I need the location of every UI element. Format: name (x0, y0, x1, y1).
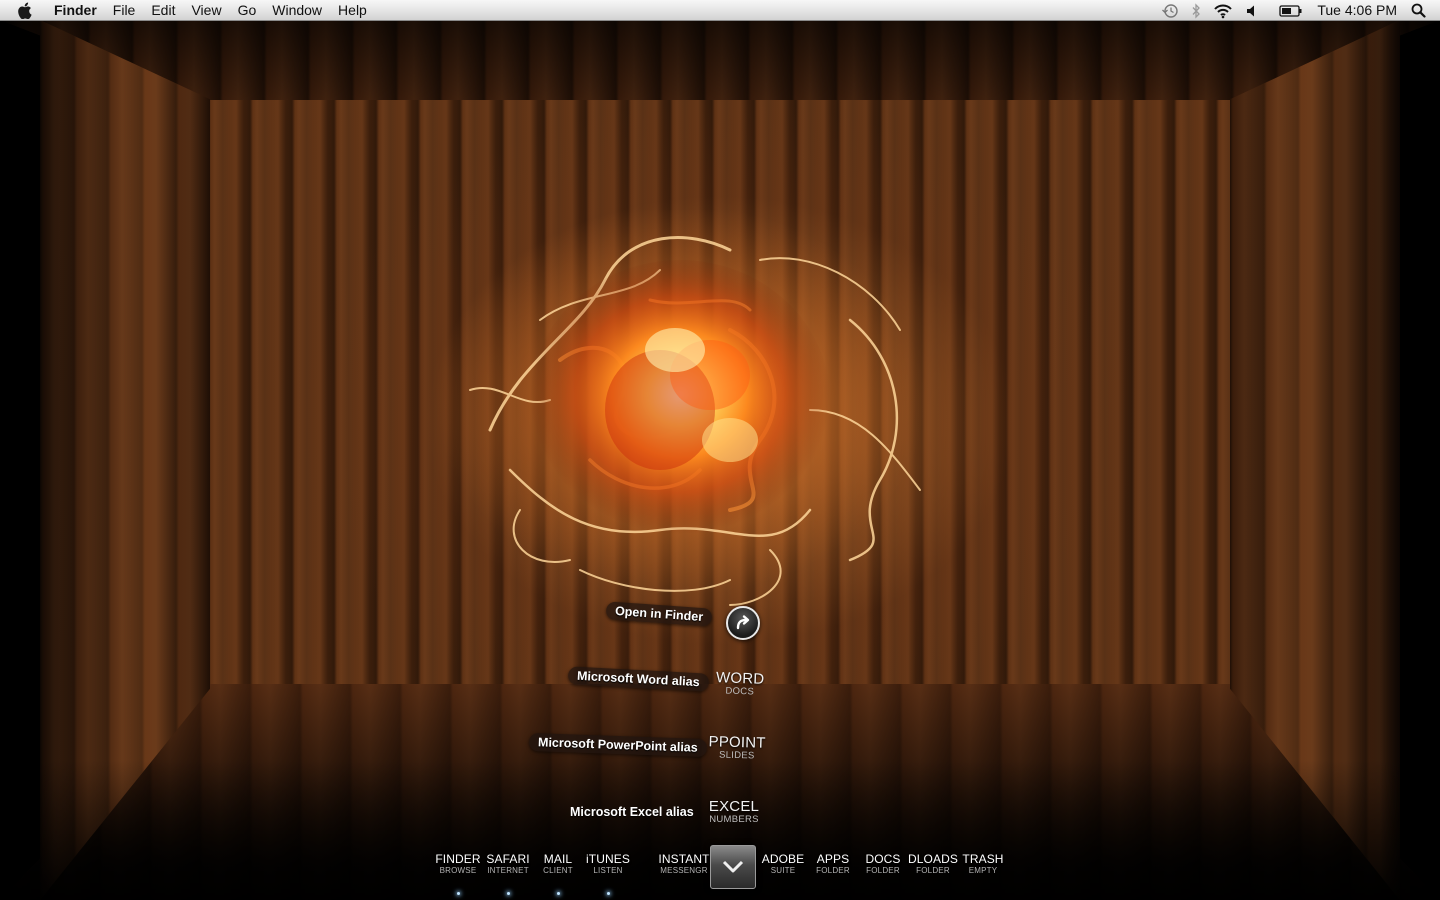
dock-item-title: DOCS (865, 852, 901, 866)
dock-item-trash[interactable]: TRASH EMPTY (957, 853, 1009, 875)
dock-item-title: APPS (816, 852, 850, 866)
dock-item-title: INSTANT (658, 852, 710, 866)
stack-item-excel-title: EXCEL (708, 798, 760, 815)
running-indicator (557, 892, 560, 895)
menu-app-finder[interactable]: Finder (48, 0, 105, 21)
stack-item-powerpoint-subtitle: SLIDES (718, 749, 755, 762)
menu-bar: Finder File Edit View Go Window Help Tue… (0, 0, 1440, 21)
dock-item-subtitle: CLIENT (543, 866, 573, 875)
menu-go[interactable]: Go (230, 0, 265, 21)
stack-item-powerpoint[interactable]: PPOINT SLIDES (705, 733, 770, 762)
dock-item-title: FINDER (435, 852, 481, 866)
dock-item-finder[interactable]: FINDER BROWSE (432, 853, 484, 875)
menu-clock[interactable]: Tue 4:06 PM (1309, 0, 1407, 21)
fire-orb-graphic (435, 210, 925, 606)
running-indicator (507, 892, 510, 895)
stack-item-word[interactable]: WORD DOCS (712, 669, 769, 698)
menu-edit[interactable]: Edit (143, 0, 183, 21)
dock-item-subtitle: FOLDER (916, 866, 950, 875)
dock-item-subtitle: BROWSE (439, 866, 477, 875)
stack-item-excel[interactable]: EXCEL NUMBERS (703, 799, 765, 825)
time-machine-icon[interactable] (1155, 0, 1185, 21)
dock-item-subtitle: MESSENGR (660, 866, 708, 875)
dock-item-instant-messenger[interactable]: INSTANT MESSENGR (656, 853, 712, 875)
dock-item-mail[interactable]: MAIL CLIENT (532, 853, 584, 875)
stack-item-word-subtitle: DOCS (725, 685, 755, 698)
running-indicator (457, 892, 460, 895)
dock-item-subtitle: FOLDER (816, 866, 850, 875)
dock-item-docs[interactable]: DOCS FOLDER (857, 853, 909, 875)
stack-item-excel-subtitle: NUMBERS (709, 814, 759, 825)
wallpaper-ceiling (0, 20, 1440, 100)
dock-item-subtitle: SUITE (770, 866, 796, 875)
desktop: Finder File Edit View Go Window Help Tue… (0, 0, 1440, 900)
dock-item-title: iTUNES (586, 852, 630, 866)
dock-item-safari[interactable]: SAFARI INTERNET (482, 853, 534, 875)
dock-stack-tile[interactable] (710, 845, 756, 889)
open-in-finder-button[interactable] (726, 606, 760, 640)
menu-window[interactable]: Window (264, 0, 330, 21)
menu-help[interactable]: Help (330, 0, 375, 21)
desktop-wallpaper (0, 0, 1440, 900)
stack-item-powerpoint-title: PPOINT (708, 733, 766, 752)
dock-item-subtitle: EMPTY (968, 866, 998, 875)
dock-item-subtitle: INTERNET (487, 866, 529, 875)
dock-item-downloads[interactable]: DLOADS FOLDER (907, 853, 959, 875)
running-indicator (607, 892, 610, 895)
dock-item-title: SAFARI (486, 852, 530, 866)
menu-view[interactable]: View (183, 0, 229, 21)
dock-item-adobe[interactable]: ADOBE SUITE (757, 853, 809, 875)
stack-item-excel-label[interactable]: Microsoft Excel alias (561, 803, 703, 821)
apple-menu[interactable] (0, 0, 48, 21)
stack-item-word-title: WORD (715, 669, 765, 688)
bluetooth-icon[interactable] (1185, 0, 1207, 21)
chevron-down-icon (722, 860, 744, 873)
volume-icon[interactable] (1239, 0, 1265, 21)
dock-item-apps[interactable]: APPS FOLDER (807, 853, 859, 875)
dock-item-title: TRASH (962, 852, 1004, 866)
dock-item-subtitle: LISTEN (593, 866, 623, 875)
dock-item-title: ADOBE (761, 852, 805, 866)
open-arrow-icon (736, 615, 750, 630)
dock-item-itunes[interactable]: iTUNES LISTEN (582, 853, 634, 875)
menu-file[interactable]: File (105, 0, 144, 21)
battery-icon[interactable] (1265, 0, 1309, 21)
dock-item-title: MAIL (543, 852, 573, 866)
wifi-icon[interactable] (1207, 0, 1239, 21)
dock-item-title: DLOADS (908, 852, 958, 866)
spotlight-search-icon[interactable] (1407, 0, 1440, 21)
apple-icon (17, 2, 32, 19)
dock-item-subtitle: FOLDER (866, 866, 900, 875)
